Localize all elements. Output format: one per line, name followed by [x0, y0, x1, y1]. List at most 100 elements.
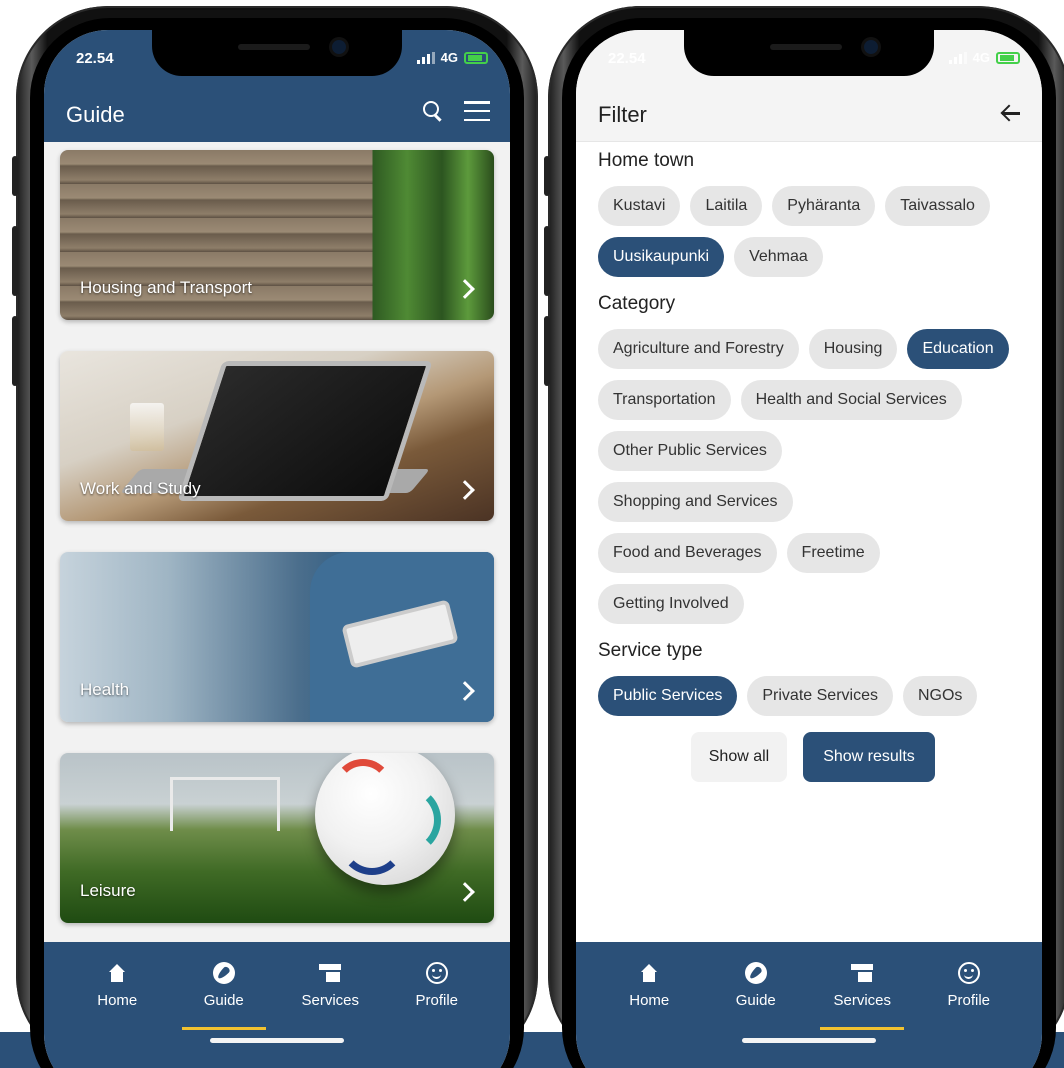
tab-guide[interactable]: Guide: [708, 960, 804, 1028]
home-icon: [108, 964, 126, 982]
home-indicator[interactable]: [210, 1038, 344, 1043]
guide-cards: Housing and Transport Work and Study Hea…: [60, 150, 494, 954]
notch: [152, 30, 402, 76]
page-title: Filter: [598, 102, 647, 127]
tab-home[interactable]: Home: [601, 960, 697, 1028]
status-time: 22.54: [608, 50, 646, 67]
menu-icon[interactable]: [464, 101, 490, 121]
battery-icon: [464, 51, 488, 64]
tab-label: Home: [629, 992, 670, 1009]
card-work-and-study[interactable]: Work and Study: [60, 351, 494, 521]
card-leisure[interactable]: Leisure: [60, 753, 494, 923]
status-time: 22.54: [76, 50, 114, 67]
compass-icon: [744, 962, 767, 984]
home-indicator[interactable]: [742, 1038, 876, 1043]
card-label: Housing and Transport: [80, 278, 252, 297]
search-icon[interactable]: [422, 100, 444, 122]
volume-down-button: [12, 316, 18, 386]
tab-label: Services: [301, 992, 360, 1009]
chip-health-and-social-services[interactable]: Health and Social Services: [740, 380, 962, 420]
tab-profile[interactable]: Profile: [389, 960, 485, 1028]
phone-right: Filter 22.54 4G Home town Kustavi Laitil…: [544, 6, 1064, 1068]
section-title-category: Category: [598, 293, 676, 314]
category-chips: Agriculture and Forestry Housing Educati…: [598, 329, 1028, 624]
store-icon: [319, 964, 342, 982]
volume-up-button: [12, 226, 18, 296]
compass-icon: [212, 962, 235, 984]
filter-actions: Show all Show results: [598, 732, 1028, 782]
show-results-button[interactable]: Show results: [803, 732, 935, 782]
tab-label: Profile: [415, 992, 459, 1009]
tab-services[interactable]: Services: [814, 960, 910, 1030]
tab-label: Guide: [203, 992, 244, 1009]
filter-panel: Home town Kustavi Laitila Pyhäranta Taiv…: [598, 148, 1028, 782]
chip-food-and-beverages[interactable]: Food and Beverages: [598, 533, 777, 573]
chip-taivassalo[interactable]: Taivassalo: [885, 186, 990, 226]
tab-home[interactable]: Home: [69, 960, 165, 1028]
signal-icon: [948, 51, 967, 64]
tab-guide[interactable]: Guide: [176, 960, 272, 1030]
chevron-right-icon: [455, 279, 475, 299]
chip-shopping-and-services[interactable]: Shopping and Services: [598, 482, 793, 522]
goal-image: [170, 777, 280, 831]
chip-ngos[interactable]: NGOs: [902, 676, 978, 716]
card-label: Work and Study: [80, 479, 201, 498]
tab-services[interactable]: Services: [282, 960, 378, 1028]
active-tab-indicator: [181, 1027, 266, 1030]
smile-icon: [957, 962, 980, 984]
notch: [684, 30, 934, 76]
mute-switch: [12, 156, 18, 196]
chip-vehmaa[interactable]: Vehmaa: [734, 237, 823, 277]
card-housing-and-transport[interactable]: Housing and Transport: [60, 150, 494, 320]
chip-getting-involved[interactable]: Getting Involved: [598, 584, 744, 624]
volume-down-button: [544, 316, 550, 386]
glass-image: [130, 403, 164, 451]
tab-label: Profile: [947, 992, 991, 1009]
chip-pyharanta[interactable]: Pyhäranta: [772, 186, 876, 226]
network-type: 4G: [440, 50, 458, 65]
show-all-button[interactable]: Show all: [691, 732, 787, 782]
chip-laitila[interactable]: Laitila: [690, 186, 763, 226]
chip-kustavi[interactable]: Kustavi: [598, 186, 681, 226]
network-type: 4G: [972, 50, 990, 65]
home-town-chips: Kustavi Laitila Pyhäranta Taivassalo Uus…: [598, 186, 1028, 277]
battery-icon: [996, 51, 1020, 64]
active-tab-indicator: [820, 1027, 905, 1030]
signal-icon: [416, 51, 435, 64]
home-icon: [640, 964, 658, 982]
chip-private-services[interactable]: Private Services: [747, 676, 893, 716]
bottom-tab-bar: Home Guide Services Profile: [44, 942, 510, 1068]
section-title-service-type: Service type: [598, 640, 703, 661]
phone-left: Guide 22.54 4G Housing and Transport Wor…: [12, 6, 538, 1068]
section-title-home-town: Home town: [598, 150, 695, 171]
smile-icon: [425, 962, 448, 984]
chip-public-services[interactable]: Public Services: [598, 676, 738, 716]
mockup-stage: Guide 22.54 4G Housing and Transport Wor…: [0, 0, 1064, 1068]
tab-label: Guide: [735, 992, 776, 1009]
filter-screen: Filter 22.54 4G Home town Kustavi Laitil…: [576, 30, 1042, 1068]
chip-education[interactable]: Education: [907, 329, 1009, 369]
chip-transportation[interactable]: Transportation: [598, 380, 731, 420]
tab-label: Home: [97, 992, 138, 1009]
tab-profile[interactable]: Profile: [921, 960, 1017, 1028]
service-type-chips: Public Services Private Services NGOs: [598, 676, 1028, 716]
back-arrow-icon[interactable]: [1000, 102, 1022, 124]
chip-uusikaupunki[interactable]: Uusikaupunki: [598, 237, 725, 277]
tab-label: Services: [833, 992, 892, 1009]
guide-screen: Guide 22.54 4G Housing and Transport Wor…: [44, 30, 510, 1068]
volume-up-button: [544, 226, 550, 296]
bottom-tab-bar: Home Guide Services Profile: [576, 942, 1042, 1068]
mute-switch: [544, 156, 550, 196]
chevron-right-icon: [455, 882, 475, 902]
chip-freetime[interactable]: Freetime: [786, 533, 880, 573]
chip-agriculture-and-forestry[interactable]: Agriculture and Forestry: [598, 329, 799, 369]
chip-housing[interactable]: Housing: [808, 329, 898, 369]
page-title: Guide: [66, 102, 125, 127]
card-label: Health: [80, 680, 130, 699]
chevron-right-icon: [455, 480, 475, 500]
store-icon: [851, 964, 874, 982]
card-label: Leisure: [80, 881, 136, 900]
football-image: [315, 753, 455, 885]
card-health[interactable]: Health: [60, 552, 494, 722]
chip-other-public-services[interactable]: Other Public Services: [598, 431, 782, 471]
